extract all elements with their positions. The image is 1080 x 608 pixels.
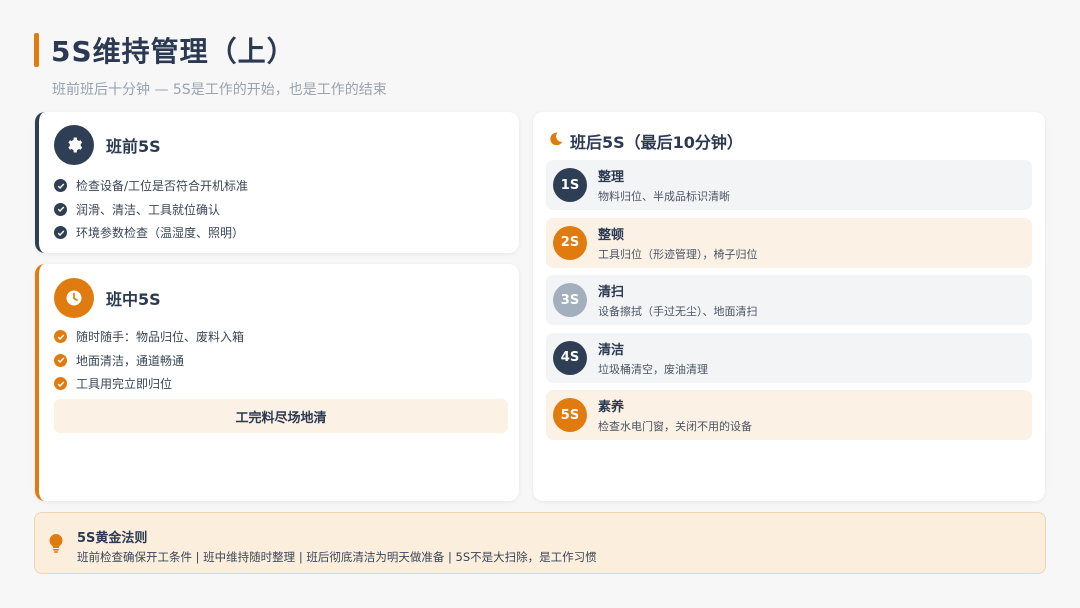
list-item: 工具用完立即归位 — [54, 372, 244, 396]
mid-shift-note: 工完料尽场地清 — [54, 399, 508, 433]
lightbulb-icon — [49, 534, 63, 557]
list-item-text: 润滑、清洁、工具就位确认 — [76, 202, 221, 217]
step-badge: 2S — [553, 225, 587, 260]
list-item-text: 地面清洁，通道畅通 — [76, 353, 185, 368]
step-5s: 5S 素养 检查水电门窗，关闭不用的设备 — [546, 390, 1032, 440]
step-badge: 5S — [553, 398, 587, 432]
pre-shift-title: 班前5S — [106, 137, 161, 156]
post-shift-title: 班后5S（最后10分钟） — [570, 133, 743, 152]
post-shift-steps: 1S 整理 物料归位、半成品标识清晰 2S 整顿 工具归位（形迹管理），椅子归位… — [546, 160, 1032, 448]
check-icon — [54, 202, 67, 216]
step-name: 整理 — [598, 170, 625, 185]
check-icon — [54, 330, 67, 344]
step-name: 素养 — [598, 400, 625, 415]
step-desc: 垃圾桶清空，废油清理 — [598, 362, 708, 376]
list-item: 地面清洁，通道畅通 — [54, 349, 244, 373]
step-desc: 物料归位、半成品标识清晰 — [598, 190, 730, 203]
step-badge: 3S — [553, 283, 587, 317]
list-item: 润滑、清洁、工具就位确认 — [54, 198, 248, 222]
page-title: 5S维持管理（上） — [51, 35, 296, 68]
mid-shift-header: 班中5S — [54, 278, 161, 318]
step-name: 整顿 — [598, 227, 625, 243]
step-desc: 设备擦拭（手过无尘）、地面清扫 — [598, 305, 758, 318]
title-accent-bar — [34, 33, 39, 67]
mid-shift-list: 随时随手：物品归位、废料入箱 地面清洁，通道畅通 工具用完立即归位 — [54, 325, 244, 396]
pre-shift-header: 班前5S — [54, 125, 161, 165]
check-icon — [54, 377, 67, 391]
golden-rule-box: 5S黄金法则 班前检查确保开工条件 | 班中维持随时整理 | 班后彻底清洁为明天… — [34, 512, 1046, 574]
list-item-text: 工具用完立即归位 — [76, 377, 173, 392]
check-icon — [54, 353, 67, 367]
list-item: 随时随手：物品归位、废料入箱 — [54, 325, 244, 349]
page-subtitle: 班前班后十分钟 — 5S是工作的开始，也是工作的结束 — [52, 82, 387, 98]
step-badge: 1S — [553, 168, 587, 202]
check-icon — [54, 179, 67, 193]
list-item-text: 环境参数检查（温湿度、照明） — [76, 226, 245, 241]
check-icon — [54, 226, 67, 240]
list-item-text: 随时随手：物品归位、废料入箱 — [76, 330, 245, 345]
list-item: 环境参数检查（温湿度、照明） — [54, 221, 248, 245]
list-item: 检查设备/工位是否符合开机标准 — [54, 174, 248, 198]
mid-shift-title: 班中5S — [106, 290, 161, 309]
golden-rule-text: 班前检查确保开工条件 | 班中维持随时整理 | 班后彻底清洁为明天做准备 | 5… — [77, 550, 597, 564]
step-2s: 2S 整顿 工具归位（形迹管理），椅子归位 — [546, 217, 1032, 268]
moon-icon — [548, 131, 564, 151]
list-item-text: 检查设备/工位是否符合开机标准 — [76, 179, 249, 194]
step-name: 清洁 — [598, 342, 625, 358]
step-desc: 检查水电门窗，关闭不用的设备 — [598, 420, 752, 433]
step-name: 清扫 — [598, 285, 625, 300]
step-desc: 工具归位（形迹管理），椅子归位 — [598, 247, 758, 261]
step-4s: 4S 清洁 垃圾桶清空，废油清理 — [546, 332, 1032, 383]
mid-shift-card: 班中5S 随时随手：物品归位、废料入箱 地面清洁，通道畅通 工具用完立即归位 工… — [35, 264, 519, 501]
clock-icon — [54, 278, 94, 318]
golden-rule-title: 5S黄金法则 — [77, 531, 148, 546]
step-1s: 1S 整理 物料归位、半成品标识清晰 — [546, 160, 1032, 210]
page-header: 5S维持管理（上） — [34, 30, 296, 70]
post-shift-card: 班后5S（最后10分钟） 1S 整理 物料归位、半成品标识清晰 2S 整顿 工具… — [533, 112, 1045, 501]
post-shift-header: 班后5S（最后10分钟） — [548, 129, 743, 153]
pre-shift-list: 检查设备/工位是否符合开机标准 润滑、清洁、工具就位确认 环境参数检查（温湿度、… — [54, 174, 248, 245]
pre-shift-card: 班前5S 检查设备/工位是否符合开机标准 润滑、清洁、工具就位确认 环境参数检查… — [35, 112, 519, 253]
step-3s: 3S 清扫 设备擦拭（手过无尘）、地面清扫 — [546, 275, 1032, 325]
gear-icon — [54, 125, 94, 165]
step-badge: 4S — [553, 340, 587, 375]
